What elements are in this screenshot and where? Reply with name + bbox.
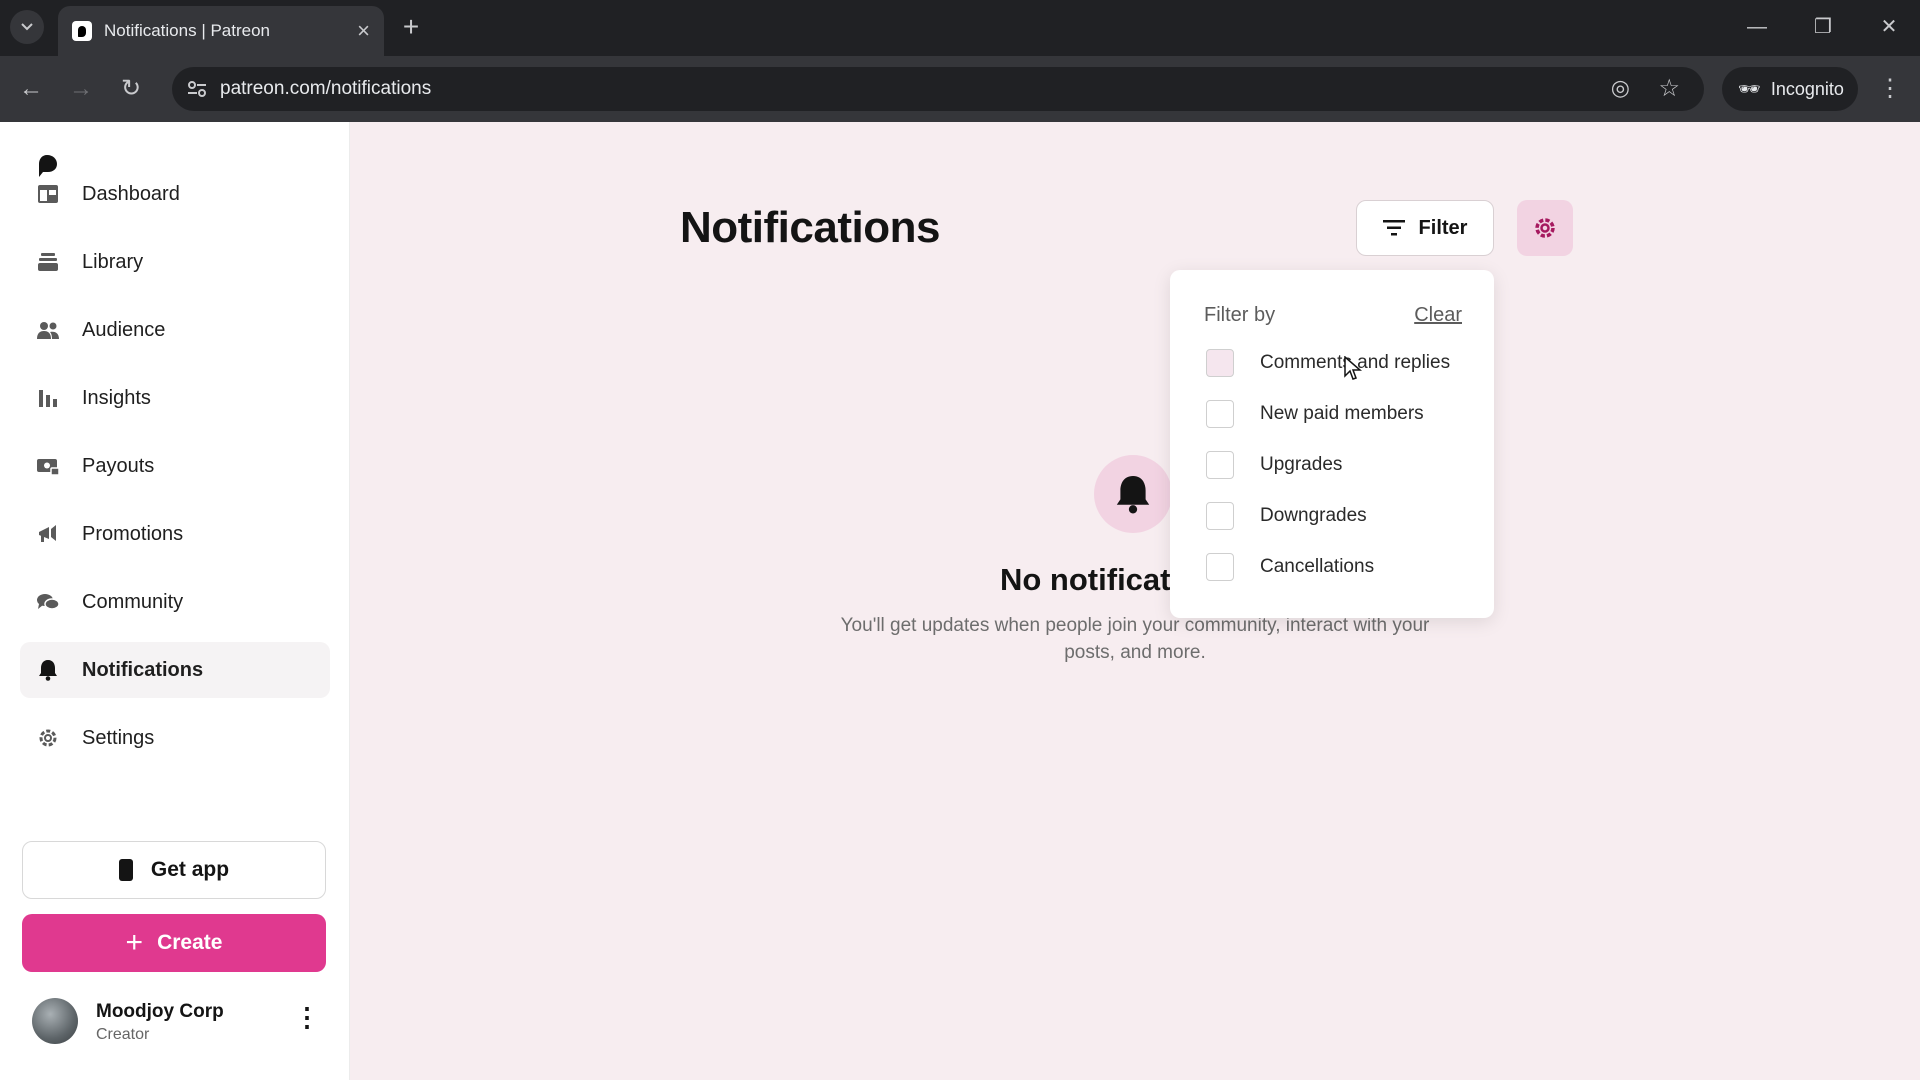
incognito-label: Incognito [1770,78,1844,99]
browser-menu-icon[interactable]: ⋮ [1878,72,1902,106]
checkbox[interactable] [1206,502,1234,530]
filter-option-cancellations[interactable]: Cancellations [1206,552,1374,582]
bell-icon [36,658,60,682]
filter-option-new-paid-members[interactable]: New paid members [1206,399,1424,429]
incognito-badge[interactable]: 🕶 Incognito [1722,67,1858,111]
sidebar-item-community[interactable]: Community [20,574,330,630]
sidebar-item-payouts[interactable]: Payouts [20,438,330,494]
sidebar-item-label: Promotions [82,522,184,545]
chevron-down-icon [21,23,33,31]
audience-icon [36,318,60,342]
sidebar: Dashboard Library Audience Insights Payo… [0,122,350,1080]
sidebar-item-label: Payouts [82,454,155,477]
sidebar-item-insights[interactable]: Insights [20,370,330,426]
checkbox[interactable] [1206,400,1234,428]
bookmark-star-icon[interactable]: ☆ [1658,74,1680,103]
filter-dropdown: Filter by Clear Comments and replies New… [1170,270,1494,618]
site-settings-icon[interactable] [186,78,208,100]
create-label: Create [157,931,223,954]
library-icon [36,250,60,274]
filter-lines-icon [1382,220,1405,236]
filter-button[interactable]: Filter [1356,200,1494,256]
sidebar-item-label: Insights [82,386,151,409]
sidebar-item-library[interactable]: Library [20,234,330,290]
minimize-icon[interactable]: — [1742,12,1772,42]
profile-role: Creator [96,1026,150,1043]
filter-option-upgrades[interactable]: Upgrades [1206,450,1342,480]
dashboard-icon [36,182,60,206]
browser-toolbar: ← → ↻ patreon.com/notifications ◎ ☆ 🕶 In… [0,56,1920,122]
megaphone-icon [36,522,60,546]
window-close-icon[interactable]: ✕ [1874,12,1904,42]
chat-bubbles-icon [36,590,60,614]
checkbox[interactable] [1206,451,1234,479]
filter-by-heading: Filter by [1204,304,1276,326]
sidebar-item-label: Community [82,590,184,613]
address-bar[interactable]: patreon.com/notifications ◎ ☆ [172,67,1704,111]
browser-chrome: Notifications | Patreon × + — ❐ ✕ ← → ↻ … [0,0,1920,122]
bell-icon [1116,476,1150,514]
tab-strip: Notifications | Patreon × + — ❐ ✕ [0,0,1920,56]
forward-arrow-icon[interactable]: → [64,72,98,106]
create-button[interactable]: + Create [22,914,326,972]
restore-icon[interactable]: ❐ [1808,12,1838,42]
insights-icon [36,386,60,410]
filter-option-label: Downgrades [1260,505,1367,526]
patreon-favicon-icon [72,21,92,41]
sidebar-item-settings[interactable]: Settings [20,710,330,766]
sidebar-item-label: Notifications [82,658,204,681]
plus-icon: + [125,926,144,959]
sidebar-item-dashboard[interactable]: Dashboard [20,166,330,222]
url-text: patreon.com/notifications [220,78,432,99]
filter-option-label: Upgrades [1260,454,1343,475]
filter-option-downgrades[interactable]: Downgrades [1206,501,1367,531]
checkbox[interactable] [1206,349,1234,377]
sidebar-item-label: Dashboard [82,182,180,205]
new-tab-button[interactable]: + [396,12,426,42]
filter-option-label: Cancellations [1260,556,1375,577]
gear-icon [36,726,60,750]
sidebar-item-label: Settings [82,726,155,749]
get-app-label: Get app [150,858,230,881]
sidebar-item-label: Library [82,250,144,273]
incognito-icon: 🕶 [1738,78,1761,99]
tab-close-icon[interactable]: × [357,20,370,42]
page-title: Notifications [680,203,940,252]
back-arrow-icon[interactable]: ← [14,72,48,106]
filter-option-comments[interactable]: Comments and replies [1206,348,1450,378]
filter-label: Filter [1418,216,1468,239]
empty-state-bell [1094,455,1172,533]
tab-search-button[interactable] [10,10,44,44]
phone-icon [118,859,133,881]
gear-icon [1535,218,1555,238]
sidebar-item-promotions[interactable]: Promotions [20,506,330,562]
empty-state-description: You'll get updates when people join your… [840,615,1430,663]
filter-option-label: New paid members [1260,403,1424,424]
profile-name: Moodjoy Corp [96,1001,224,1022]
profile-card[interactable]: Moodjoy Corp Creator ⋮ [32,998,322,1046]
avatar[interactable] [32,998,78,1044]
checkbox[interactable] [1206,553,1234,581]
clear-filter-link[interactable]: Clear [1414,304,1462,327]
sidebar-item-audience[interactable]: Audience [20,302,330,358]
sidebar-item-notifications[interactable]: Notifications [20,642,330,698]
get-app-button[interactable]: Get app [22,841,326,899]
eye-slash-icon[interactable]: ◎ [1611,75,1630,101]
notification-settings-button[interactable] [1517,200,1573,256]
tab-title: Notifications | Patreon [104,21,270,40]
payouts-icon [36,454,60,478]
browser-tab-active[interactable]: Notifications | Patreon × [58,6,384,56]
more-options-icon[interactable]: ⋮ [294,1004,320,1030]
reload-icon[interactable]: ↻ [114,72,148,106]
sidebar-item-label: Audience [82,318,166,341]
empty-state-title: No notificati [1000,562,1180,597]
mouse-cursor-icon [1344,356,1362,380]
